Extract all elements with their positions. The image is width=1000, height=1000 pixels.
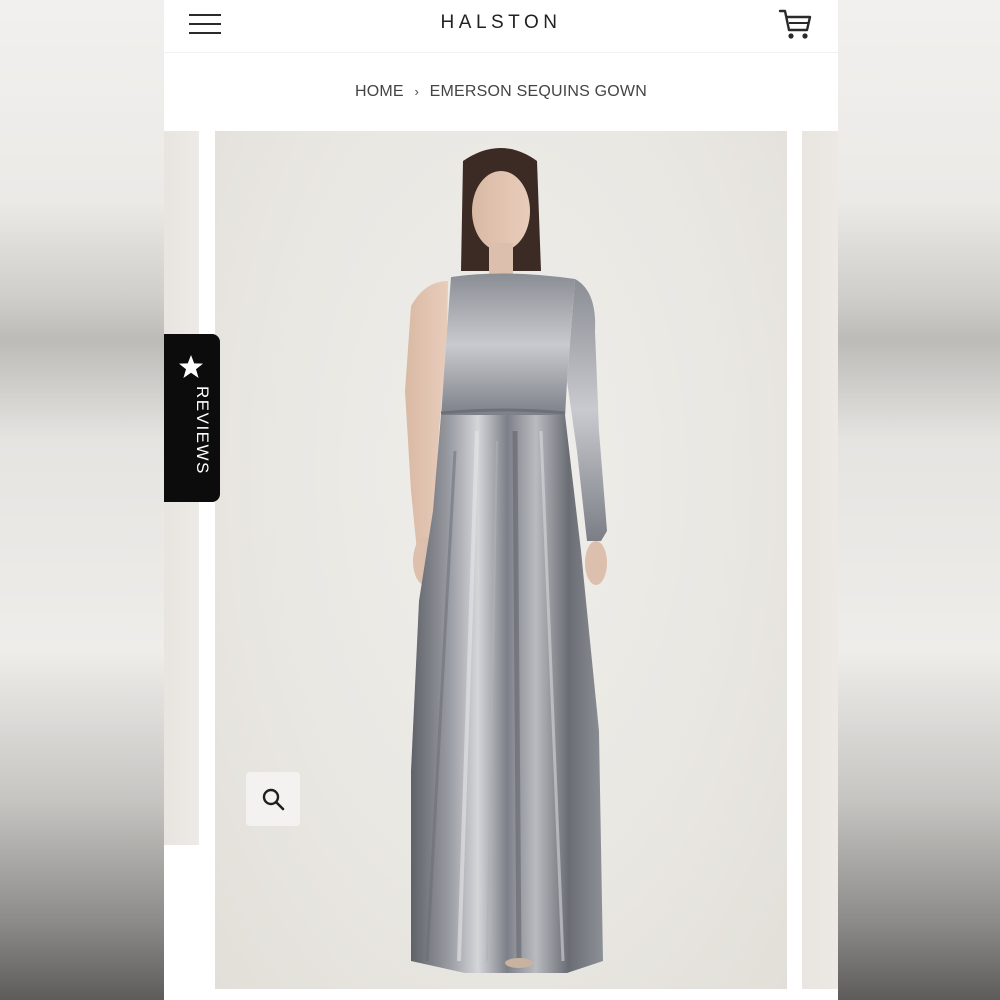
star-icon [179,355,203,378]
reviews-tab-label: REVIEWS [193,386,212,475]
brand-logo[interactable]: HALSTON [164,12,838,34]
breadcrumb-separator: › [414,84,419,99]
product-page: HALSTON HOME › EMERSON SEQUINS GOWN REVI… [164,0,838,1000]
product-photo-illustration [405,148,607,973]
backdrop-right [838,0,1000,1000]
zoom-button[interactable] [246,772,300,826]
breadcrumb-home-link[interactable]: HOME [355,83,404,100]
reviews-tab[interactable]: REVIEWS [164,334,220,502]
breadcrumb-current: EMERSON SEQUINS GOWN [429,83,647,100]
site-header: HALSTON [164,0,838,53]
gallery-next-image[interactable] [802,131,838,989]
shopping-cart-icon[interactable] [778,8,814,42]
breadcrumb: HOME › EMERSON SEQUINS GOWN [164,83,838,101]
backdrop-left [0,0,164,1000]
magnifier-icon [262,788,285,811]
product-image[interactable] [215,131,787,989]
